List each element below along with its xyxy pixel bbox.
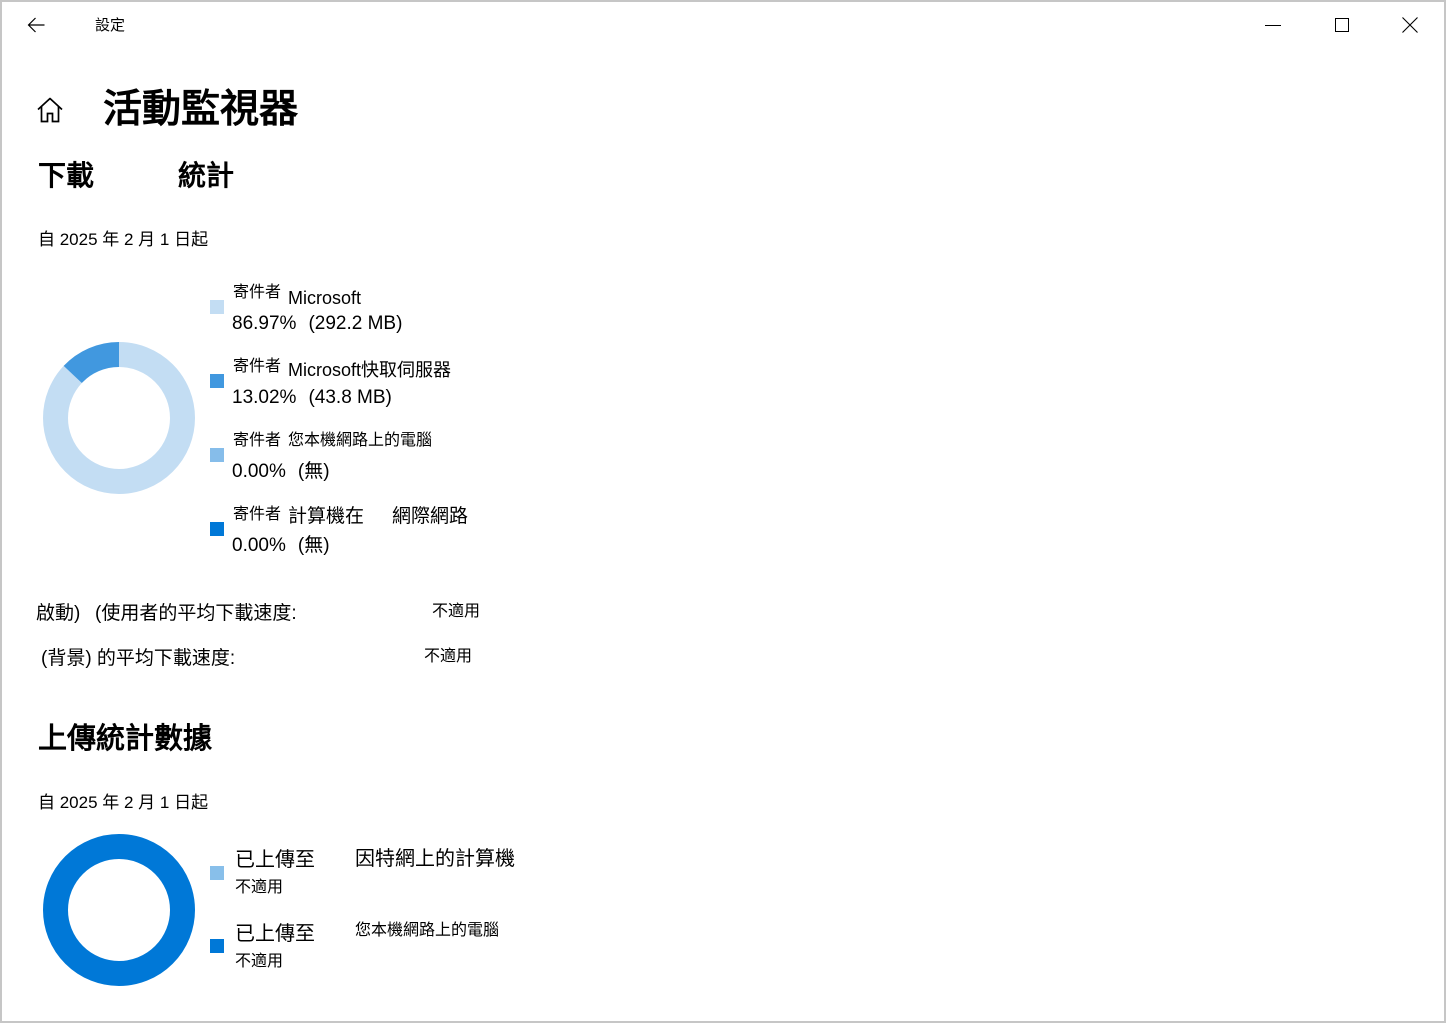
legend-swatch [210,300,224,314]
legend-percent: 13.02% [232,387,297,408]
legend-source: Microsoft快取伺服器 [288,360,452,380]
foreground-speed-label-start: 啟動) [36,603,81,624]
upload-legend-item: 已上傳至 因特網上的計算機 不適用 [210,849,540,905]
upload-donut-chart [43,834,195,986]
upload-legend-target: 您本機網路上的電腦 [355,922,500,939]
upload-legend-prefix: 已上傳至 [235,923,315,945]
legend-stats: 0.00% (無) [232,462,330,481]
legend-swatch [210,522,224,536]
maximize-icon [1335,18,1349,32]
upload-legend-value: 不適用 [235,879,284,896]
download-heading-left: 下載 [38,160,95,191]
download-legend-item: 寄件者 計算機在 網際網路 0.00% (無) [210,506,540,562]
legend-source-suffix: 網際網路 [392,506,469,527]
foreground-speed-value: 不適用 [432,603,481,620]
legend-amount: (43.8 MB) [308,387,392,408]
minimize-button[interactable] [1250,9,1296,41]
legend-percent: 0.00% [232,461,286,482]
background-speed-label: (背景) 的平均下載速度: [41,648,236,669]
upload-legend-prefix: 已上傳至 [235,849,315,871]
legend-prefix: 寄件者 [233,284,282,301]
upload-legend-item: 已上傳至 您本機網路上的電腦 不適用 [210,922,540,978]
legend-swatch [210,448,224,462]
legend-stats: 13.02% (43.8 MB) [232,388,392,407]
legend-amount: (無) [297,535,330,556]
legend-prefix: 寄件者 [233,506,282,523]
legend-amount: (292.2 MB) [308,313,403,334]
legend-swatch [210,374,224,388]
download-heading-right: 統計 [178,160,235,191]
upload-legend-value: 不適用 [235,953,284,970]
download-since-date: 自 2025 年 2 月 1 日起 [38,230,209,249]
legend-stats: 86.97% (292.2 MB) [232,314,402,333]
upload-since-date: 自 2025 年 2 月 1 日起 [38,793,209,812]
legend-amount: (無) [297,461,330,482]
close-button[interactable] [1387,9,1433,41]
legend-percent: 86.97% [232,313,297,334]
legend-percent: 0.00% [232,535,286,556]
upload-heading: 上傳統計數據 [38,723,213,755]
download-legend-item: 寄件者 Microsoft快取伺服器 13.02% (43.8 MB) [210,358,540,414]
download-donut-chart [43,342,195,494]
legend-source: Microsoft [288,288,362,308]
download-legend-item: 寄件者 Microsoft 86.97% (292.2 MB) [210,284,540,340]
window-title: 設定 [95,17,126,34]
home-icon [37,97,63,123]
arrow-left-icon [27,17,45,33]
legend-prefix: 寄件者 [233,432,282,449]
legend-source: 您本機網路上的電腦 [288,432,433,449]
foreground-speed-label: (使用者的平均下載速度: [95,603,297,624]
back-button[interactable] [14,5,58,45]
minimize-icon [1265,25,1281,26]
upload-legend-target: 因特網上的計算機 [355,848,515,870]
page-title: 活動監視器 [103,88,299,131]
legend-swatch [210,939,224,953]
upload-donut-ring [43,834,195,986]
maximize-button[interactable] [1319,9,1365,41]
legend-swatch [210,866,224,880]
legend-stats: 0.00% (無) [232,536,330,555]
legend-prefix: 寄件者 [233,358,282,375]
home-button[interactable] [30,90,70,130]
download-legend-item: 寄件者 您本機網路上的電腦 0.00% (無) [210,432,540,488]
legend-source: 計算機在 [288,506,365,527]
close-icon [1402,17,1418,33]
background-speed-value: 不適用 [424,648,473,665]
